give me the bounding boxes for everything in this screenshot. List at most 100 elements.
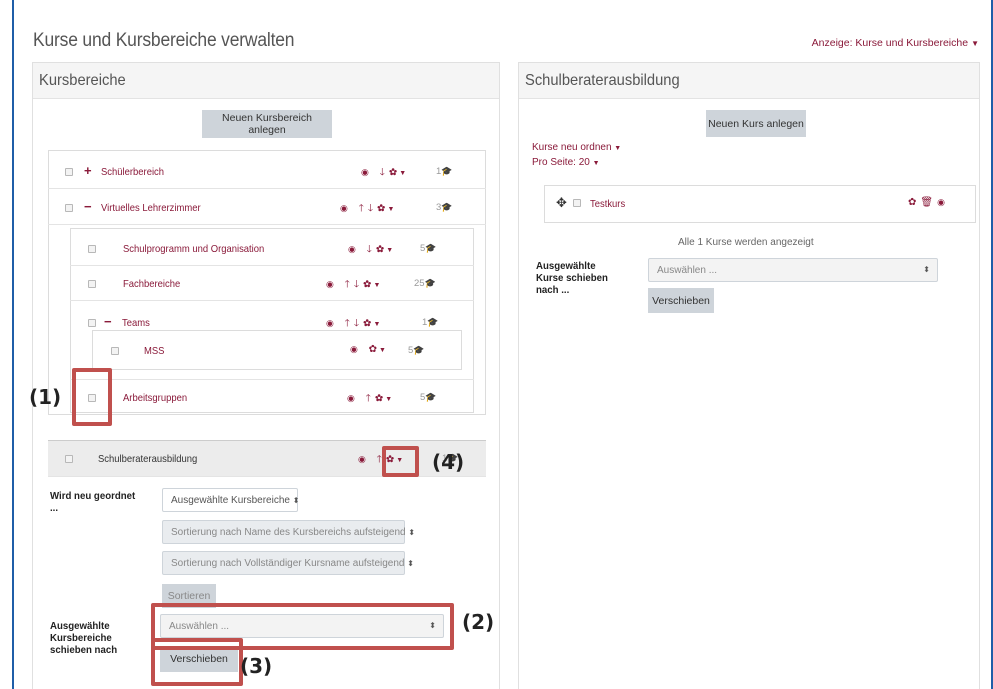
course-name[interactable]: Testkurs: [590, 198, 625, 210]
category-actions: ◉ 🡑✿▼: [347, 391, 392, 408]
arrow-up-icon[interactable]: 🡑: [345, 318, 354, 329]
category-checkbox[interactable]: [65, 204, 73, 212]
move-courses-button[interactable]: Verschieben: [648, 288, 714, 313]
marker-label-4: (4): [432, 450, 465, 474]
category-name[interactable]: Schulprogramm und Organisation: [123, 243, 264, 255]
chevron-down-icon[interactable]: ▼: [387, 206, 394, 213]
sort-arrows-icon: ⬍: [923, 265, 930, 274]
category-checkbox[interactable]: [111, 347, 119, 355]
course-count: 5🎓: [408, 345, 425, 356]
category-actions: ◉ 🡑🡓✿▼: [326, 277, 380, 294]
category-row[interactable]: + Schülerbereich ◉ 🡓✿▼ 1🎓: [48, 154, 486, 189]
eye-icon[interactable]: ◉: [358, 454, 370, 464]
category-name[interactable]: Schülerbereich: [101, 166, 164, 178]
move-course-target-select[interactable]: Auswählen ... ⬍: [648, 258, 938, 282]
mortarboard-icon: 🎓: [427, 317, 439, 327]
move-handle-icon[interactable]: ✥: [556, 195, 567, 211]
chevron-down-icon[interactable]: ▼: [379, 347, 386, 354]
new-category-button[interactable]: Neuen Kursbereich anlegen: [202, 110, 332, 138]
category-name[interactable]: Teams: [122, 317, 150, 329]
category-name[interactable]: Schulberaterausbildung: [98, 453, 197, 465]
move-categories-label: Ausgewählte Kursbereiche schieben nach: [50, 620, 118, 656]
course-row[interactable]: ✥ Testkurs ✿🗑◉: [544, 186, 976, 221]
course-count: 1🎓: [422, 317, 439, 328]
chevron-down-icon[interactable]: ▼: [399, 170, 406, 177]
mortarboard-icon: 🎓: [425, 392, 437, 402]
arrow-up-icon[interactable]: 🡑: [366, 393, 375, 404]
category-checkbox[interactable]: [88, 319, 96, 327]
courses-shown-text: Alle 1 Kurse werden angezeigt: [678, 237, 814, 248]
category-name[interactable]: MSS: [144, 345, 164, 357]
course-count: 5🎓: [420, 243, 437, 254]
sort-arrows-icon: ⬍: [408, 528, 416, 537]
marker-label-2: (2): [462, 610, 495, 634]
chevron-down-icon[interactable]: ▼: [386, 247, 393, 254]
arrow-down-icon[interactable]: 🡓: [367, 244, 376, 255]
gear-icon[interactable]: ✿: [908, 197, 920, 208]
eye-icon[interactable]: ◉: [326, 279, 338, 289]
sort-course-select[interactable]: Sortierung nach Vollständiger Kursname a…: [162, 551, 414, 575]
category-row[interactable]: − Virtuelles Lehrerzimmer ◉ 🡑🡓✿▼ 3🎓: [48, 190, 486, 225]
sort-arrows-icon: ⬍: [292, 496, 300, 505]
course-count: 3🎓: [436, 202, 453, 213]
reorder-courses-link[interactable]: Kurse neu ordnen ▼: [532, 142, 621, 153]
course-count: 1🎓: [436, 166, 453, 177]
arrow-down-icon[interactable]: 🡓: [380, 167, 389, 178]
arrow-down-icon[interactable]: 🡓: [354, 318, 363, 329]
eye-icon[interactable]: ◉: [347, 393, 359, 403]
category-row[interactable]: Arbeitsgruppen ◉ 🡑✿▼ 5🎓: [70, 379, 474, 414]
category-actions: ◉ 🡓✿▼: [361, 165, 406, 182]
chevron-down-icon: ▼: [614, 145, 622, 152]
collapse-icon[interactable]: −: [84, 199, 92, 214]
course-checkbox[interactable]: [573, 199, 581, 207]
arrow-up-icon[interactable]: 🡑: [345, 279, 354, 290]
page-title: Kurse und Kursbereiche verwalten: [33, 30, 295, 51]
category-actions: ◉ 🡑🡓✿▼: [340, 201, 394, 218]
trash-icon[interactable]: 🗑: [920, 197, 937, 208]
mortarboard-icon: 🎓: [413, 345, 425, 355]
move-courses-label: Ausgewählte Kurse schieben nach ...: [536, 260, 608, 296]
chevron-down-icon[interactable]: ▼: [373, 321, 380, 328]
sort-arrows-icon: ⬍: [407, 559, 414, 568]
category-checkbox[interactable]: [65, 168, 73, 176]
course-count: 5🎓: [420, 392, 437, 403]
category-checkbox[interactable]: [65, 455, 73, 463]
collapse-icon[interactable]: −: [104, 314, 112, 329]
expand-icon[interactable]: +: [84, 163, 92, 178]
eye-icon[interactable]: ◉: [937, 197, 949, 207]
chevron-down-icon[interactable]: ▼: [373, 282, 380, 289]
chevron-down-icon[interactable]: ▼: [385, 396, 392, 403]
marker-label-1: (1): [29, 385, 62, 409]
category-name[interactable]: Virtuelles Lehrerzimmer: [101, 202, 201, 214]
view-mode-dropdown[interactable]: Anzeige: Kurse und Kursbereiche ▼: [812, 37, 979, 49]
highlight-box-3: [151, 638, 243, 686]
arrow-down-icon[interactable]: 🡓: [354, 279, 363, 290]
category-name[interactable]: Fachbereiche: [123, 278, 180, 290]
new-course-button[interactable]: Neuen Kurs anlegen: [706, 110, 806, 137]
eye-icon[interactable]: ◉: [340, 203, 352, 213]
mortarboard-icon: 🎓: [425, 243, 437, 253]
category-actions: ◉ 🡓✿▼: [348, 242, 393, 259]
mortarboard-icon: 🎓: [424, 278, 436, 288]
arrow-up-icon[interactable]: 🡑: [359, 203, 368, 214]
course-panel-heading: Schulberaterausbildung: [519, 63, 979, 99]
eye-icon[interactable]: ◉: [326, 318, 338, 328]
category-name[interactable]: Arbeitsgruppen: [123, 392, 187, 404]
category-row[interactable]: Schulprogramm und Organisation ◉ 🡓✿▼ 5🎓: [70, 231, 474, 266]
highlight-box-1: [72, 368, 112, 426]
course-count: 25🎓: [414, 278, 436, 289]
eye-icon[interactable]: ◉: [348, 244, 360, 254]
eye-icon[interactable]: ◉: [350, 344, 362, 354]
category-row[interactable]: Fachbereiche ◉ 🡑🡓✿▼ 25🎓: [70, 266, 474, 301]
category-checkbox[interactable]: [88, 245, 96, 253]
category-checkbox[interactable]: [88, 280, 96, 288]
category-panel-heading: Kursbereiche: [33, 63, 499, 99]
per-page-dropdown[interactable]: Pro Seite: 20 ▼: [532, 157, 600, 168]
resort-scope-select[interactable]: Ausgewählte Kursbereiche ⬍: [162, 488, 300, 512]
eye-icon[interactable]: ◉: [361, 167, 373, 177]
category-row-selected[interactable]: Schulberaterausbildung ◉ 🡑✿▼ 1🎓: [48, 440, 486, 477]
category-row[interactable]: MSS ◉ ✿▼ 5🎓: [92, 333, 462, 368]
arrow-down-icon[interactable]: 🡓: [368, 203, 377, 214]
sort-category-select[interactable]: Sortierung nach Name des Kursbereichs au…: [162, 520, 415, 544]
chevron-down-icon: ▼: [971, 39, 979, 48]
